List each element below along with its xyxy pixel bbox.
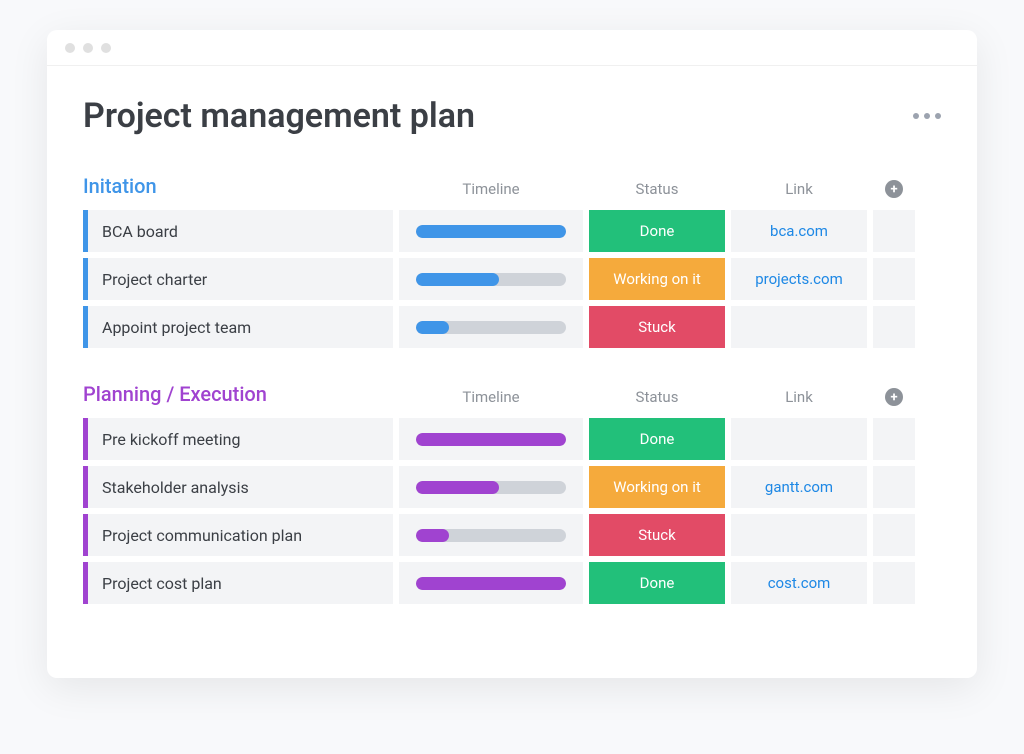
extra-cell[interactable] (873, 562, 915, 604)
progress-fill (416, 529, 449, 542)
table-row[interactable]: Project charter Working on itprojects.com (83, 258, 941, 300)
extra-cell[interactable] (873, 258, 915, 300)
timeline-cell[interactable] (399, 418, 583, 460)
progress-track (416, 433, 566, 446)
status-cell[interactable]: Stuck (589, 514, 725, 556)
add-column-button[interactable]: + (873, 387, 915, 407)
group-header: Planning / ExecutionTimeline Status Link + (83, 382, 941, 406)
page-title: Project management plan (83, 96, 475, 136)
plus-icon: + (885, 388, 903, 406)
timeline-cell[interactable] (399, 562, 583, 604)
column-header-timeline: Timeline (399, 180, 583, 198)
timeline-cell[interactable] (399, 514, 583, 556)
progress-fill (416, 273, 499, 286)
progress-track (416, 577, 566, 590)
link-cell[interactable]: gantt.com (731, 466, 867, 508)
column-header-link: Link (731, 388, 867, 406)
window-dot-icon (65, 43, 75, 53)
table-row[interactable]: Project cost plan Donecost.com (83, 562, 941, 604)
group-title[interactable]: Planning / Execution (83, 382, 399, 406)
progress-fill (416, 321, 449, 334)
task-name-cell[interactable]: Pre kickoff meeting (83, 418, 393, 460)
link-cell[interactable]: projects.com (731, 258, 867, 300)
status-cell[interactable]: Done (589, 418, 725, 460)
extra-cell[interactable] (873, 514, 915, 556)
table-row[interactable]: Appoint project team Stuck (83, 306, 941, 348)
timeline-cell[interactable] (399, 210, 583, 252)
status-cell[interactable]: Done (589, 562, 725, 604)
progress-track (416, 481, 566, 494)
timeline-cell[interactable] (399, 258, 583, 300)
window-dot-icon (83, 43, 93, 53)
group: InitationTimeline Status Link + BCA board Don… (83, 174, 941, 348)
table-row[interactable]: BCA board Donebca.com (83, 210, 941, 252)
column-header-status: Status (589, 180, 725, 198)
status-cell[interactable]: Working on it (589, 466, 725, 508)
progress-track (416, 529, 566, 542)
more-options-icon[interactable] (913, 113, 941, 119)
extra-cell[interactable] (873, 210, 915, 252)
link-cell[interactable]: cost.com (731, 562, 867, 604)
task-name-cell[interactable]: Project charter (83, 258, 393, 300)
add-column-button[interactable]: + (873, 179, 915, 199)
extra-cell[interactable] (873, 306, 915, 348)
link-cell (731, 514, 867, 556)
link-cell (731, 418, 867, 460)
task-name-cell[interactable]: Appoint project team (83, 306, 393, 348)
group-header: InitationTimeline Status Link + (83, 174, 941, 198)
plus-icon: + (885, 180, 903, 198)
app-window: Project management plan InitationTimelin… (47, 30, 977, 678)
window-dot-icon (101, 43, 111, 53)
group-title[interactable]: Initation (83, 174, 399, 198)
extra-cell[interactable] (873, 466, 915, 508)
progress-fill (416, 481, 499, 494)
extra-cell[interactable] (873, 418, 915, 460)
table-row[interactable]: Project communication plan Stuck (83, 514, 941, 556)
group: Planning / ExecutionTimelineStatusLink+P… (83, 382, 941, 604)
groups-container: InitationTimelineStatusLink+BCA boardDon… (83, 174, 941, 604)
timeline-cell[interactable] (399, 306, 583, 348)
progress-track (416, 321, 566, 334)
table-row[interactable]: Pre kickoff meeting Done (83, 418, 941, 460)
progress-track (416, 225, 566, 238)
link-cell (731, 306, 867, 348)
link-cell[interactable]: bca.com (731, 210, 867, 252)
timeline-cell[interactable] (399, 466, 583, 508)
progress-track (416, 273, 566, 286)
progress-fill (416, 577, 566, 590)
column-header-timeline: Timeline (399, 388, 583, 406)
page-header: Project management plan (83, 96, 941, 136)
status-cell[interactable]: Working on it (589, 258, 725, 300)
task-name-cell[interactable]: Project cost plan (83, 562, 393, 604)
status-cell[interactable]: Stuck (589, 306, 725, 348)
status-cell[interactable]: Done (589, 210, 725, 252)
progress-fill (416, 433, 566, 446)
column-header-status: Status (589, 388, 725, 406)
task-name-cell[interactable]: Project communication plan (83, 514, 393, 556)
task-name-cell[interactable]: Stakeholder analysis (83, 466, 393, 508)
task-name-cell[interactable]: BCA board (83, 210, 393, 252)
content-area: Project management plan InitationTimelin… (47, 66, 977, 678)
progress-fill (416, 225, 566, 238)
table-row[interactable]: Stakeholder analysis Working on itgantt.c… (83, 466, 941, 508)
window-titlebar (47, 30, 977, 66)
column-header-link: Link (731, 180, 867, 198)
